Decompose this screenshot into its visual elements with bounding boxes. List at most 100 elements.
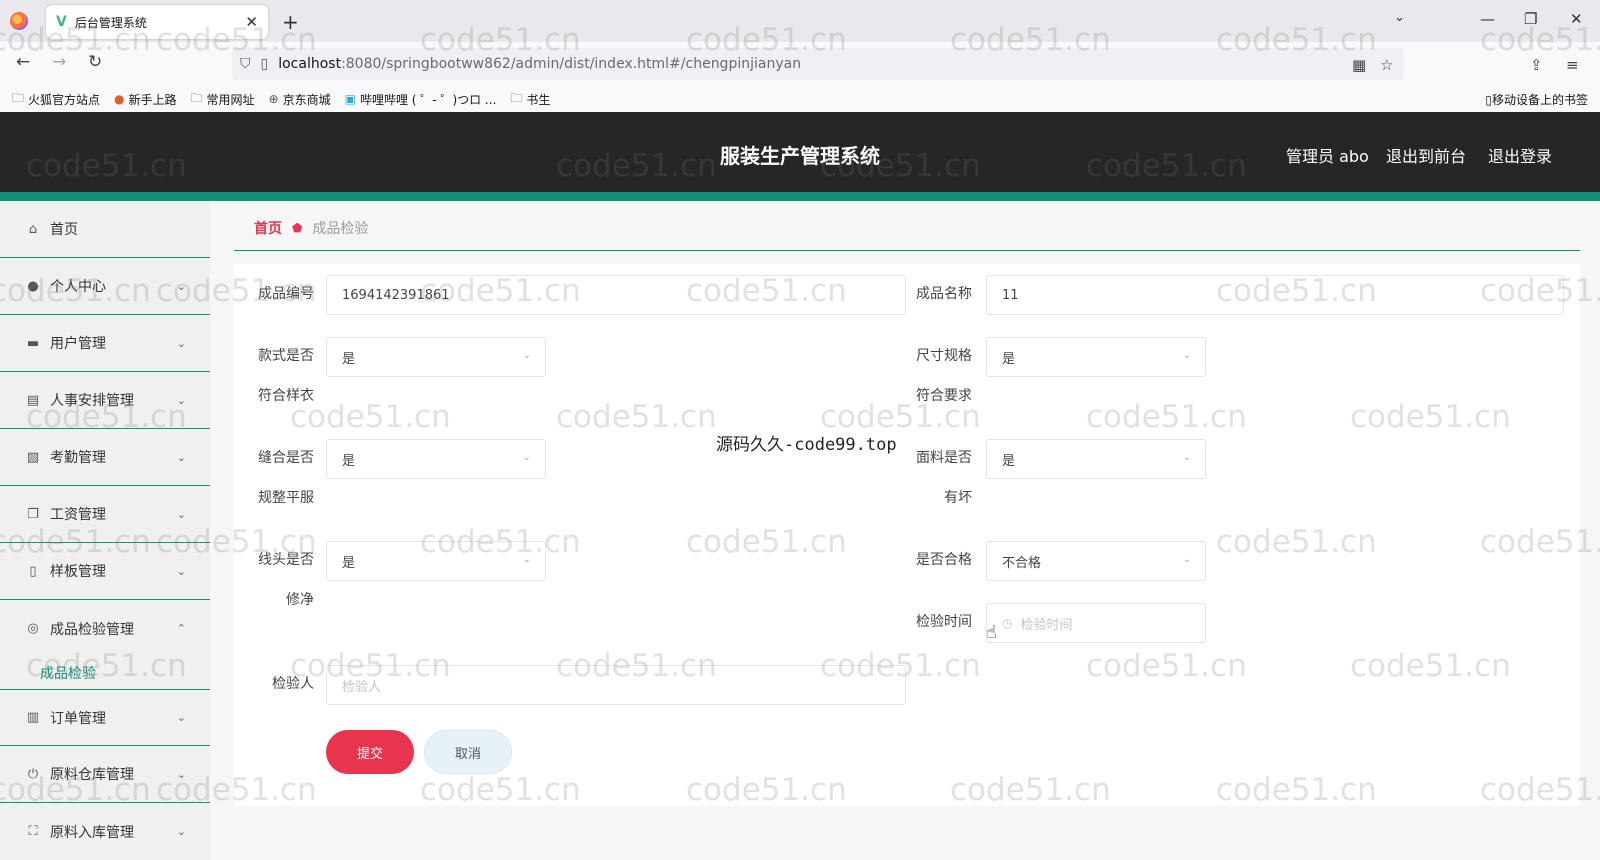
cancel-button[interactable]: 取消 xyxy=(424,730,512,774)
sidebar-item-samples[interactable]: ▯ 样板管理 ⌄ xyxy=(0,543,210,600)
size-spec-label-2: 符合要求 xyxy=(916,388,972,404)
chevron-down-icon: ⌄ xyxy=(176,711,186,724)
url-bar[interactable]: ⛉ ▯ localhost:8080/springbootww862/admin… xyxy=(232,48,1404,80)
bookmark-item[interactable]: 🗀 常用网址 xyxy=(191,89,255,110)
chevron-down-icon: ⌄ xyxy=(176,825,186,838)
sidebar: ⌂ 首页 ● 个人中心 ⌄ ▬ 用户管理 ⌄ ▤ 人事安排管理 ⌄ ▧ 考勤管理… xyxy=(0,201,210,860)
sidebar-item-label: 首页 xyxy=(50,222,78,238)
chevron-down-icon: ⌄ xyxy=(522,350,531,361)
copy-icon: ❐ xyxy=(27,506,39,522)
chevron-down-icon: ⌄ xyxy=(176,767,186,781)
bookmark-label: 书生 xyxy=(526,92,551,107)
vue-favicon-icon: V xyxy=(56,14,67,30)
expand-icon: ⛶ xyxy=(28,824,38,839)
menu-icon[interactable]: ≡ xyxy=(1566,56,1579,74)
product-no-value: 1694142391861 xyxy=(342,287,450,303)
star-icon[interactable]: ☆ xyxy=(1380,56,1393,74)
style-match-value: 是 xyxy=(342,351,356,367)
sidebar-item-users[interactable]: ▬ 用户管理 ⌄ xyxy=(0,315,210,372)
sidebar-item-label: 原料仓库管理 xyxy=(50,767,134,783)
bookmark-label: 京东商城 xyxy=(282,92,331,107)
sidebar-item-salary[interactable]: ❐ 工资管理 ⌄ xyxy=(0,486,210,543)
extensions-icon[interactable]: ⇪ xyxy=(1530,56,1543,74)
user-icon: ● xyxy=(27,278,39,294)
mobile-bookmarks[interactable]: ▯移动设备上的书签 xyxy=(1485,91,1588,108)
fabric-damage-label-1: 面料是否 xyxy=(916,450,972,466)
seam-flat-select[interactable]: 是 ⌄ xyxy=(326,439,546,479)
restore-icon[interactable]: ❐ xyxy=(1524,10,1537,28)
product-name-input[interactable]: 11 xyxy=(986,275,1564,315)
chevron-down-icon: ⌄ xyxy=(1182,350,1191,361)
bookmark-item[interactable]: 🗀 火狐官方站点 xyxy=(12,89,100,110)
back-icon[interactable]: ← xyxy=(16,52,30,72)
sidebar-item-personal[interactable]: ● 个人中心 ⌄ xyxy=(0,258,210,315)
breadcrumb-current: 成品检验 xyxy=(312,221,369,237)
url-path: :8080/springbootww862/admin/dist/index.h… xyxy=(341,56,802,72)
new-tab-icon[interactable]: + xyxy=(282,10,299,34)
sidebar-item-warehouse[interactable]: ⏻ 原料仓库管理 ⌄ xyxy=(0,746,210,803)
sidebar-item-inbound[interactable]: ⛶ 原料入库管理 ⌄ xyxy=(0,803,210,860)
qr-code-icon[interactable]: ▦ xyxy=(1352,56,1366,74)
sidebar-item-label: 考勤管理 xyxy=(50,450,106,466)
breadcrumb: 首页 ⬟ 成品检验 xyxy=(254,218,368,238)
sidebar-item-inspection[interactable]: ◎ 成品检验管理 ⌃ xyxy=(0,600,210,657)
breadcrumb-separator-icon: ⬟ xyxy=(292,221,303,235)
thread-clean-label-1: 线头是否 xyxy=(258,552,314,568)
chart-icon: ▧ xyxy=(26,449,40,465)
sidebar-item-hr[interactable]: ▤ 人事安排管理 ⌄ xyxy=(0,372,210,429)
size-spec-select[interactable]: 是 ⌄ xyxy=(986,337,1206,377)
chevron-down-icon: ⌄ xyxy=(176,336,186,350)
qualified-select[interactable]: 不合格 ⌄ xyxy=(986,541,1206,581)
bookmarks-bar: 🗀 火狐官方站点 ● 新手上路 🗀 常用网址 ⊕ 京东商城 ▣ 哔哩哔哩 ( ゜- ゜)つ… xyxy=(0,86,1600,112)
center-watermark: 源码久久-code99.top xyxy=(716,435,897,455)
product-no-input[interactable]: 1694142391861 xyxy=(326,275,906,315)
sidebar-subitem-inspection[interactable]: 成品检验 xyxy=(0,650,210,696)
style-match-select[interactable]: 是 ⌄ xyxy=(326,337,546,377)
qualified-label: 是否合格 xyxy=(916,552,972,568)
exit-to-front-link[interactable]: 退出到前台 xyxy=(1386,143,1466,167)
sidebar-item-label: 人事安排管理 xyxy=(50,393,134,409)
bars-icon: ▥ xyxy=(26,710,40,725)
chevron-down-icon: ⌄ xyxy=(176,450,186,464)
reload-icon[interactable]: ↻ xyxy=(88,52,102,72)
chevron-down-icon: ⌄ xyxy=(522,452,531,463)
style-match-label-1: 款式是否 xyxy=(258,348,314,364)
forward-icon[interactable]: → xyxy=(52,52,66,72)
minimize-icon[interactable]: — xyxy=(1480,10,1495,28)
url-host: localhost xyxy=(278,56,342,72)
sidebar-item-orders[interactable]: ▥ 订单管理 ⌄ xyxy=(0,689,210,746)
inspector-label: 检验人 xyxy=(272,676,314,692)
close-icon[interactable]: ✕ xyxy=(245,13,258,31)
bookmark-item[interactable]: ⊕ 京东商城 xyxy=(269,91,331,108)
sidebar-item-home[interactable]: ⌂ 首页 xyxy=(0,201,210,258)
chevron-down-icon[interactable]: ⌄ xyxy=(1394,10,1405,25)
inspect-time-placeholder: 检验时间 xyxy=(1020,617,1073,633)
page-icon: ▯ xyxy=(260,56,269,72)
inspect-time-picker[interactable]: ◷ 检验时间 xyxy=(986,603,1206,643)
fabric-damage-select[interactable]: 是 ⌄ xyxy=(986,439,1206,479)
seam-flat-label-2: 规整平服 xyxy=(258,490,314,506)
browser-tab[interactable]: V 后台管理系统 ✕ xyxy=(46,5,268,39)
thread-clean-select[interactable]: 是 ⌄ xyxy=(326,541,546,581)
shield-icon[interactable]: ⛉ xyxy=(240,56,251,72)
chevron-down-icon: ⌄ xyxy=(176,393,186,407)
inspector-input[interactable]: 检验人 xyxy=(326,665,906,705)
product-no-label: 成品编号 xyxy=(258,286,314,302)
logout-link[interactable]: 退出登录 xyxy=(1488,143,1552,167)
bookmark-item[interactable]: ▣ 哔哩哔哩 ( ゜- ゜)つロ ... xyxy=(345,91,497,108)
power-icon: ⏻ xyxy=(27,766,39,782)
bookmark-item[interactable]: 🗀 书生 xyxy=(510,89,550,110)
close-window-icon[interactable]: ✕ xyxy=(1570,10,1583,28)
submit-button[interactable]: 提交 xyxy=(326,730,414,774)
sidebar-item-label: 工资管理 xyxy=(50,507,106,523)
inspector-placeholder: 检验人 xyxy=(342,679,382,695)
bookmark-item[interactable]: ● 新手上路 xyxy=(114,91,177,108)
bookmark-label: 常用网址 xyxy=(206,92,255,107)
thread-clean-label-2: 修净 xyxy=(286,592,314,608)
sidebar-item-attendance[interactable]: ▧ 考勤管理 ⌄ xyxy=(0,429,210,486)
breadcrumb-home[interactable]: 首页 xyxy=(254,218,282,238)
chevron-down-icon: ⌄ xyxy=(522,554,531,565)
size-spec-value: 是 xyxy=(1002,351,1016,367)
sidebar-item-label: 个人中心 xyxy=(50,279,106,295)
sidebar-item-label: 成品检验管理 xyxy=(50,621,134,638)
